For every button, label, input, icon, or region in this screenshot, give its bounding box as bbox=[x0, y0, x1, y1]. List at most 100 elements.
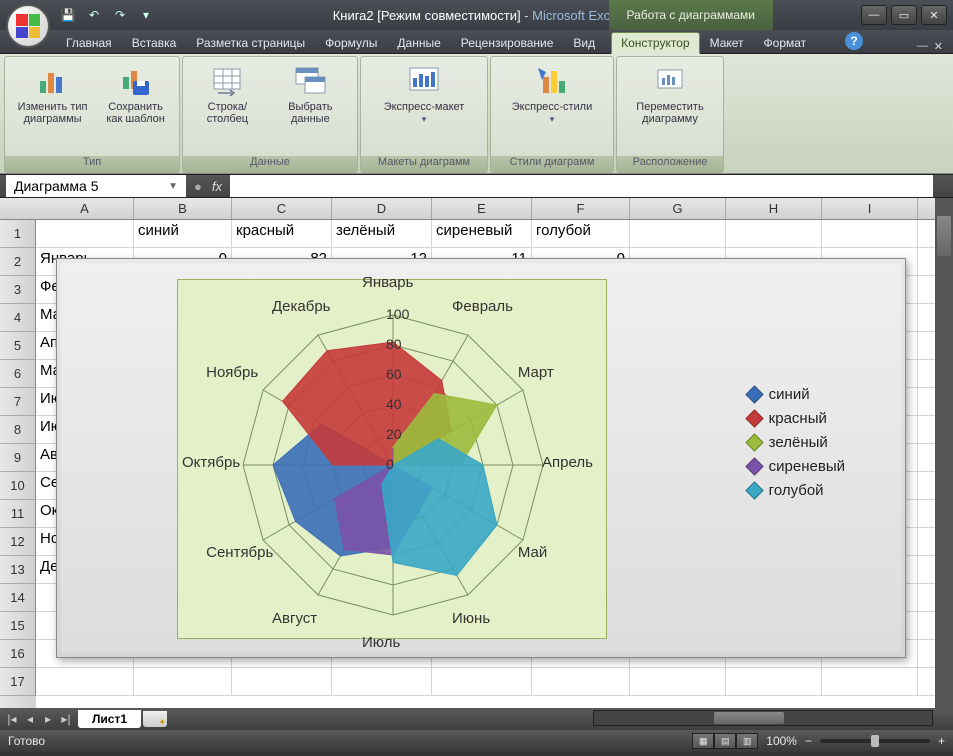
legend-item[interactable]: сиреневый bbox=[748, 458, 845, 475]
zoom-slider[interactable] bbox=[820, 739, 930, 743]
row-header[interactable]: 7 bbox=[0, 388, 36, 416]
cell[interactable] bbox=[36, 220, 134, 247]
help-icon[interactable]: ? bbox=[845, 32, 863, 50]
cell[interactable] bbox=[726, 668, 822, 695]
cell[interactable]: сиреневый bbox=[432, 220, 532, 247]
close-button[interactable]: ✕ bbox=[921, 5, 947, 25]
row-header[interactable]: 4 bbox=[0, 304, 36, 332]
cell[interactable] bbox=[726, 220, 822, 247]
col-header[interactable]: H bbox=[726, 198, 822, 219]
new-sheet-button[interactable] bbox=[143, 711, 167, 727]
col-header[interactable]: I bbox=[822, 198, 918, 219]
chart-object[interactable]: синий красный зелёный сиреневый голубой Янва… bbox=[56, 258, 906, 658]
row-header[interactable]: 10 bbox=[0, 472, 36, 500]
row-header[interactable]: 9 bbox=[0, 444, 36, 472]
sheet-nav-next[interactable]: ▸ bbox=[40, 712, 56, 726]
row-header[interactable]: 2 bbox=[0, 248, 36, 276]
cell[interactable] bbox=[630, 220, 726, 247]
tab-insert[interactable]: Вставка bbox=[122, 32, 187, 53]
row-header[interactable]: 12 bbox=[0, 528, 36, 556]
sheet-nav-prev[interactable]: ◂ bbox=[22, 712, 38, 726]
legend-item[interactable]: зелёный bbox=[748, 434, 845, 451]
tab-home[interactable]: Главная bbox=[56, 32, 122, 53]
row-header[interactable]: 5 bbox=[0, 332, 36, 360]
cell[interactable] bbox=[822, 668, 918, 695]
redo-icon[interactable]: ↷ bbox=[108, 4, 132, 26]
legend-item[interactable]: синий bbox=[748, 386, 845, 403]
minimize-button[interactable]: — bbox=[861, 5, 887, 25]
cell[interactable] bbox=[36, 668, 134, 695]
row-header[interactable]: 6 bbox=[0, 360, 36, 388]
quick-styles-button[interactable]: Экспресс-стили bbox=[506, 61, 598, 127]
name-box[interactable]: Диаграмма 5▼ bbox=[6, 175, 186, 197]
tab-format[interactable]: Формат bbox=[754, 32, 817, 53]
cell[interactable] bbox=[232, 668, 332, 695]
sheet-nav-last[interactable]: ▸| bbox=[58, 712, 74, 726]
mdi-close[interactable]: ✕ bbox=[934, 40, 943, 53]
cell[interactable]: красный bbox=[232, 220, 332, 247]
maximize-button[interactable]: ▭ bbox=[891, 5, 917, 25]
select-data-button[interactable]: Выбрать данные bbox=[268, 61, 353, 127]
col-header[interactable]: E bbox=[432, 198, 532, 219]
tab-design[interactable]: Конструктор bbox=[611, 32, 699, 54]
cell[interactable]: синий bbox=[134, 220, 232, 247]
legend-item[interactable]: красный bbox=[748, 410, 845, 427]
office-button[interactable] bbox=[6, 4, 50, 48]
row-header[interactable]: 14 bbox=[0, 584, 36, 612]
legend-item[interactable]: голубой bbox=[748, 482, 845, 499]
col-header[interactable]: F bbox=[532, 198, 630, 219]
cell[interactable] bbox=[822, 220, 918, 247]
zoom-in-button[interactable]: + bbox=[938, 734, 945, 748]
sheet-tab[interactable]: Лист1 bbox=[78, 710, 141, 728]
col-header[interactable]: A bbox=[36, 198, 134, 219]
cell[interactable] bbox=[332, 668, 432, 695]
formula-input[interactable] bbox=[230, 175, 933, 197]
sheet-nav-first[interactable]: |◂ bbox=[4, 712, 20, 726]
cell[interactable] bbox=[432, 668, 532, 695]
vertical-scrollbar[interactable] bbox=[935, 198, 953, 708]
row-header[interactable]: 17 bbox=[0, 668, 36, 696]
tab-view[interactable]: Вид bbox=[563, 32, 605, 53]
row-header[interactable]: 13 bbox=[0, 556, 36, 584]
cancel-icon[interactable]: ● bbox=[194, 179, 202, 194]
row-header[interactable]: 15 bbox=[0, 612, 36, 640]
row-header[interactable]: 8 bbox=[0, 416, 36, 444]
cell[interactable]: зелёный bbox=[332, 220, 432, 247]
chart-legend[interactable]: синий красный зелёный сиреневый голубой bbox=[748, 379, 845, 506]
change-chart-type-button[interactable]: Изменить тип диаграммы bbox=[9, 61, 96, 127]
quick-layout-button[interactable]: Экспресс-макет bbox=[378, 61, 471, 127]
zoom-level[interactable]: 100% bbox=[766, 734, 797, 748]
save-as-template-button[interactable]: Сохранить как шаблон bbox=[96, 61, 175, 127]
view-pagelayout-icon[interactable]: ▤ bbox=[714, 733, 736, 749]
col-header[interactable]: B bbox=[134, 198, 232, 219]
tab-review[interactable]: Рецензирование bbox=[451, 32, 564, 53]
move-chart-button[interactable]: Переместить диаграмму bbox=[621, 61, 719, 127]
radar-axis-label: Январь bbox=[362, 274, 413, 291]
cell[interactable] bbox=[630, 668, 726, 695]
col-header[interactable]: D bbox=[332, 198, 432, 219]
status-text: Готово bbox=[8, 734, 45, 748]
undo-icon[interactable]: ↶ bbox=[82, 4, 106, 26]
switch-row-column-button[interactable]: Строка/столбец bbox=[187, 61, 268, 127]
row-header[interactable]: 1 bbox=[0, 220, 36, 248]
col-header[interactable]: G bbox=[630, 198, 726, 219]
cell[interactable]: голубой bbox=[532, 220, 630, 247]
fx-icon[interactable]: fx bbox=[212, 179, 222, 194]
row-header[interactable]: 16 bbox=[0, 640, 36, 668]
col-header[interactable]: C bbox=[232, 198, 332, 219]
row-header[interactable]: 3 bbox=[0, 276, 36, 304]
horizontal-scrollbar[interactable] bbox=[593, 710, 933, 726]
cell[interactable] bbox=[134, 668, 232, 695]
tab-pagelayout[interactable]: Разметка страницы bbox=[186, 32, 315, 53]
cell[interactable] bbox=[532, 668, 630, 695]
mdi-minimize[interactable]: — bbox=[917, 40, 928, 53]
zoom-out-button[interactable]: − bbox=[805, 734, 812, 748]
qat-more-icon[interactable]: ▾ bbox=[134, 4, 158, 26]
row-header[interactable]: 11 bbox=[0, 500, 36, 528]
view-pagebreak-icon[interactable]: ▥ bbox=[736, 733, 758, 749]
tab-layout[interactable]: Макет bbox=[700, 32, 754, 53]
tab-data[interactable]: Данные bbox=[387, 32, 450, 53]
view-normal-icon[interactable]: ▦ bbox=[692, 733, 714, 749]
save-icon[interactable]: 💾 bbox=[56, 4, 80, 26]
tab-formulas[interactable]: Формулы bbox=[315, 32, 387, 53]
